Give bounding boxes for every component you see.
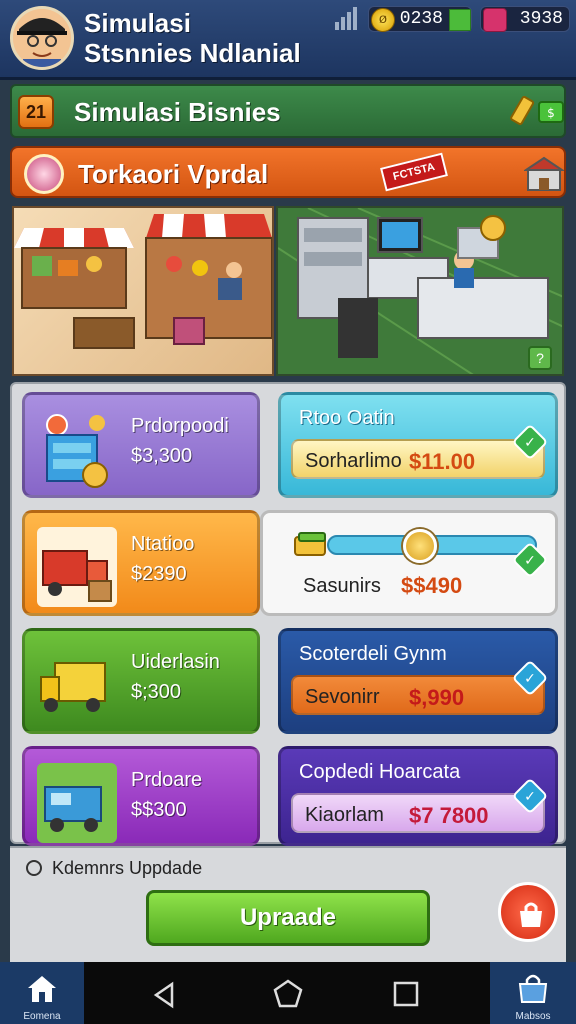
- donut-icon: [24, 154, 64, 194]
- progress-knob[interactable]: [403, 529, 437, 563]
- cash-icon[interactable]: $: [536, 96, 566, 126]
- gem-counter: 3938: [480, 6, 570, 32]
- product-card-2[interactable]: Ntatioo $2390: [22, 510, 260, 616]
- home-tab[interactable]: Eomena: [0, 962, 84, 1024]
- market-stall-scene[interactable]: [12, 206, 274, 376]
- stat-card-3[interactable]: Scoterdeli Gynm Sevonirr $,990 ✓: [278, 628, 558, 734]
- shop-tab[interactable]: Mabsos: [490, 962, 576, 1024]
- stat-card-1[interactable]: Rtoo Oatin Sorharlimo $11.00 ✓: [278, 392, 558, 498]
- coin-counter: ø 0238: [368, 6, 472, 32]
- stat-label: Sorharlimo: [305, 450, 402, 472]
- stat-card-2[interactable]: Sasunirs $$490 ✓: [260, 510, 558, 616]
- red-truck-icon: [37, 527, 117, 607]
- stat-label: Sevonirr: [305, 686, 380, 708]
- home-tab-label: Eomena: [23, 1011, 61, 1022]
- banner-title: Torkaori Vprdal: [78, 159, 269, 189]
- stat-pill: Kiaorlam $7 7800: [291, 793, 545, 833]
- money-stack-icon: [294, 532, 326, 556]
- upgrade-panel: Kdemnrs Uppdade Upraade: [10, 846, 566, 962]
- shopping-bag-icon: [520, 902, 542, 927]
- stat-amount: $,990: [409, 685, 465, 710]
- ticket-icon[interactable]: [510, 96, 536, 126]
- top-header: Simulasi Stsnnies Ndlanial ø 0238 3938: [0, 0, 576, 80]
- back-icon[interactable]: [150, 980, 180, 1010]
- store-interior-scene[interactable]: ?: [276, 206, 564, 376]
- stat-amount: $$490: [401, 573, 463, 598]
- stat-pill: Sevonirr $,990: [291, 675, 545, 715]
- product-price: $;300: [131, 681, 182, 703]
- stat-pill: Sorharlimo $11.00: [291, 439, 545, 479]
- level-badge: 21: [18, 95, 54, 129]
- product-card-3[interactable]: Uiderlasin $;300: [22, 628, 260, 734]
- stat-title: Scoterdeli Gynm: [299, 643, 447, 665]
- product-name: Prdoare: [131, 769, 203, 791]
- add-coins-icon[interactable]: [449, 9, 471, 31]
- shop-sign: FCTSTA: [380, 152, 448, 192]
- coin-icon: ø: [371, 8, 395, 32]
- game-title-line2: Stsnnies Ndlanial: [84, 38, 301, 68]
- store-shelf-icon: [46, 414, 108, 488]
- level-bar: 21 Simulasi Bisnies $: [10, 84, 566, 138]
- stat-amount: $7 7800: [409, 803, 489, 828]
- product-name: Ntatioo: [131, 533, 195, 555]
- upgrade-label: Kdemnrs Uppdade: [52, 858, 203, 878]
- game-title: Simulasi Stsnnies Ndlanial: [84, 8, 344, 68]
- shop-building-icon: [524, 156, 564, 191]
- product-name: Prdorpoodi: [131, 415, 229, 437]
- product-price: $2390: [131, 563, 187, 585]
- stat-title: Copdedi Hoarcata: [299, 761, 461, 783]
- home-circle-icon[interactable]: [272, 978, 304, 1010]
- signal-icon: [335, 7, 357, 30]
- stat-label: Kiaorlam: [305, 804, 384, 826]
- product-name: Uiderlasin: [131, 651, 220, 673]
- svg-text:$: $: [547, 106, 555, 120]
- gem-icon: [483, 8, 507, 32]
- blue-van-icon: [37, 763, 117, 843]
- stat-title: Rtoo Oatin: [299, 407, 395, 429]
- product-card-1[interactable]: Prdorpoodi $3,300: [22, 392, 260, 498]
- product-card-4[interactable]: Prdoare $$300: [22, 746, 260, 846]
- home-icon: [28, 976, 56, 1002]
- game-title-line1: Simulasi: [84, 8, 191, 38]
- navigation-bar: Eomena Mabsos: [0, 962, 576, 1024]
- stat-label: Sasunirs: [303, 575, 381, 597]
- gem-value: 3938: [519, 9, 563, 29]
- upgrade-radio[interactable]: [26, 860, 42, 876]
- info-icon[interactable]: ?: [528, 346, 552, 370]
- coin-value: 0238: [399, 9, 443, 29]
- shop-button[interactable]: [498, 882, 558, 942]
- stat-card-4[interactable]: Copdedi Hoarcata Kiaorlam $7 7800 ✓: [278, 746, 558, 846]
- yellow-truck-icon: [40, 662, 106, 712]
- recents-icon[interactable]: [392, 980, 420, 1008]
- product-price: $3,300: [131, 445, 193, 467]
- store-banner[interactable]: Torkaori Vprdal FCTSTA: [10, 146, 566, 198]
- stat-amount: $11.00: [409, 449, 476, 474]
- product-price: $$300: [131, 799, 187, 821]
- level-title: Simulasi Bisnies: [74, 97, 281, 127]
- store-bag-icon: [518, 974, 548, 1003]
- player-avatar[interactable]: [10, 6, 74, 70]
- upgrade-button[interactable]: Upraade: [146, 890, 430, 946]
- shop-tab-label: Mabsos: [515, 1011, 551, 1022]
